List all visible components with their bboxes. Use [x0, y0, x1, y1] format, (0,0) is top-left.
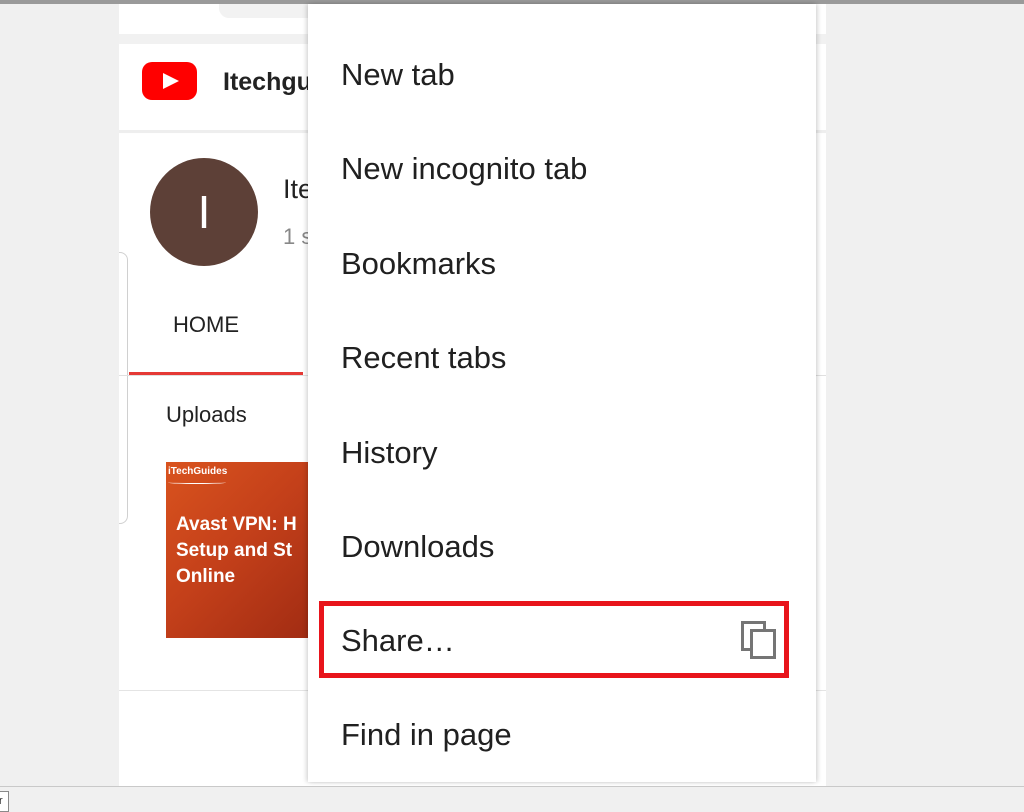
- channel-avatar[interactable]: I: [150, 158, 258, 266]
- menu-item-label: Downloads: [341, 529, 495, 564]
- menu-item-recent-tabs[interactable]: Recent tabs: [308, 311, 816, 405]
- menu-item-label: Find in page: [341, 717, 512, 752]
- thumbnail-brand: iTechGuides: [168, 466, 228, 477]
- copy-icon[interactable]: [740, 620, 778, 660]
- menu-item-find-in-page[interactable]: Find in page: [308, 688, 816, 782]
- video-thumbnail[interactable]: iTechGuides Avast VPN: H Setup and St On…: [166, 462, 326, 638]
- thumbnail-title: Avast VPN: H Setup and St Online: [176, 514, 297, 587]
- youtube-header-title: Itechgu: [223, 68, 312, 96]
- menu-item-bookmarks[interactable]: Bookmarks: [308, 217, 816, 311]
- uploads-heading: Uploads: [166, 402, 247, 427]
- menu-item-history[interactable]: History: [308, 406, 816, 500]
- thumbnail-brand-underline: [168, 481, 226, 484]
- share-highlight-box: [319, 601, 789, 678]
- content-frame-edge: [119, 252, 128, 524]
- window-status-bar: r: [0, 786, 1024, 812]
- youtube-logo-icon[interactable]: [142, 62, 197, 100]
- menu-item-new-incognito-tab[interactable]: New incognito tab: [308, 122, 816, 216]
- menu-item-label: New tab: [341, 57, 455, 92]
- menu-item-new-tab[interactable]: New tab: [308, 28, 816, 122]
- browser-overflow-menu: New tab New incognito tab Bookmarks Rece…: [308, 4, 816, 782]
- menu-item-label: History: [341, 435, 438, 470]
- menu-item-label: Recent tabs: [341, 340, 507, 375]
- menu-item-label: Bookmarks: [341, 246, 497, 281]
- menu-item-downloads[interactable]: Downloads: [308, 500, 816, 594]
- menu-item-label: New incognito tab: [341, 151, 588, 186]
- tab-home[interactable]: HOME: [173, 312, 239, 338]
